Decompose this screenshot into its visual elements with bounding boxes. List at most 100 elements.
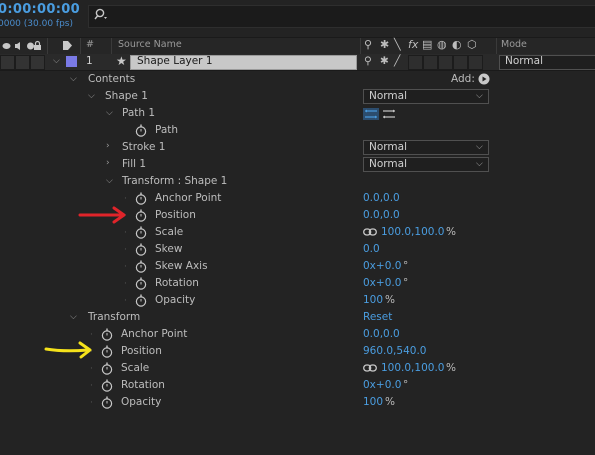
chevron-down-icon: ⌵ xyxy=(476,159,483,169)
audio-icon[interactable] xyxy=(14,41,23,51)
layer-transform-anchor-point-value[interactable]: 0.0,0.0 xyxy=(363,328,400,340)
layer-row-shape-layer-1[interactable]: ⌵ 1 ★ Shape Layer 1 ⚲ ✱ ╱ Normal xyxy=(0,54,595,71)
video-switch[interactable] xyxy=(0,55,15,70)
shape-transform-opacity-unit: % xyxy=(385,294,395,306)
stopwatch-icon[interactable] xyxy=(135,277,147,290)
shape-transform-position-value[interactable]: 0.0,0.0 xyxy=(363,209,400,221)
3d-layer-icon[interactable]: ⬡ xyxy=(467,38,477,51)
path-direction-icon[interactable] xyxy=(363,108,379,120)
shape-1-blend-mode-value: Normal xyxy=(369,90,407,102)
shape-transform-anchor-point-value[interactable]: 0.0,0.0 xyxy=(363,192,400,204)
stopwatch-icon[interactable] xyxy=(135,226,147,239)
quality-icon[interactable]: ╲ xyxy=(394,38,401,51)
shape-1-label: Shape 1 xyxy=(105,90,148,102)
collapse-transform-icon[interactable]: ✱ xyxy=(380,38,389,51)
add-label: Add: xyxy=(451,73,475,85)
layer-transform-rotation-value[interactable]: 0x+0.0 xyxy=(363,379,401,391)
effects-switch[interactable] xyxy=(408,55,423,70)
stopwatch-icon[interactable] xyxy=(101,328,113,341)
keyframe-nav-dot: · xyxy=(124,279,127,289)
fill-1-chevron-icon[interactable]: › xyxy=(106,158,110,168)
shape-transform-skew-axis-value[interactable]: 0x+0.0 xyxy=(363,260,401,272)
constrain-proportions-link-icon[interactable] xyxy=(363,228,377,236)
layer-transform-opacity-value[interactable]: 100 xyxy=(363,396,383,408)
stopwatch-icon[interactable] xyxy=(101,362,113,375)
transform-shape-1-label: Transform : Shape 1 xyxy=(122,175,228,187)
layer-columns-header: # Source Name ⚲ ✱ ╲ fx ▤ ◍ ◐ ⬡ Mode xyxy=(0,37,595,55)
keyframe-nav-dot: · xyxy=(124,296,127,306)
layer-label-color[interactable] xyxy=(66,56,77,67)
quality-switch-icon[interactable]: ╱ xyxy=(394,55,400,67)
shape-transform-rotation-value[interactable]: 0x+0.0 xyxy=(363,277,401,289)
audio-switch[interactable] xyxy=(15,55,30,70)
path-1-chevron-icon[interactable]: ⌵ xyxy=(106,108,113,118)
frame-blend-switch[interactable] xyxy=(423,55,438,70)
stopwatch-icon[interactable] xyxy=(101,345,113,358)
shape-transform-opacity-value[interactable]: 100 xyxy=(363,294,383,306)
layer-transform-opacity-label: Opacity xyxy=(121,396,162,408)
transform-chevron-icon[interactable]: ⌵ xyxy=(70,312,77,322)
red-arrow-annotation xyxy=(78,206,126,224)
stopwatch-icon[interactable] xyxy=(135,243,147,256)
shape-transform-rotation-unit: ° xyxy=(403,277,409,289)
stroke-1-label: Stroke 1 xyxy=(122,141,166,153)
shy-icon[interactable]: ⚲ xyxy=(364,38,372,51)
shape-transform-position-label: Position xyxy=(155,209,196,221)
label-tag-icon[interactable] xyxy=(62,40,73,51)
contents-chevron-icon[interactable]: ⌵ xyxy=(70,74,77,84)
shape-transform-skew-axis-unit: ° xyxy=(403,260,409,272)
fill-1-blend-mode-value: Normal xyxy=(369,158,407,170)
adjustment-switch[interactable] xyxy=(453,55,468,70)
layer-transform-scale-unit: % xyxy=(446,362,456,374)
layer-transform-anchor-point-label: Anchor Point xyxy=(121,328,188,340)
transform-reset-link[interactable]: Reset xyxy=(363,311,392,323)
frame-blending-icon[interactable]: ▤ xyxy=(422,38,432,51)
3d-switch[interactable] xyxy=(468,55,483,70)
layer-transform-position-label: Position xyxy=(121,345,162,357)
stopwatch-icon[interactable] xyxy=(135,260,147,273)
search-icon[interactable] xyxy=(94,8,110,22)
lock-switch[interactable] xyxy=(30,55,45,70)
layer-search-input[interactable] xyxy=(88,5,595,28)
frame-rate-display: 0000 (30.00 fps) xyxy=(0,19,73,29)
keyframe-nav-dot: · xyxy=(90,398,93,408)
current-time-display[interactable]: 0:00:00:00 xyxy=(0,2,80,17)
shape-transform-scale-value[interactable]: 100.0,100.0 xyxy=(381,226,444,238)
timeline-top-bar: 0:00:00:00 0000 (30.00 fps) xyxy=(0,0,595,34)
stopwatch-icon[interactable] xyxy=(135,209,147,222)
motion-blur-icon[interactable]: ◍ xyxy=(437,38,447,51)
contents-label: Contents xyxy=(88,73,136,85)
path-direction-reverse-icon[interactable] xyxy=(381,108,397,120)
add-menu-icon[interactable] xyxy=(478,73,490,85)
star-shape-layer-icon: ★ xyxy=(116,54,127,68)
stopwatch-icon[interactable] xyxy=(101,379,113,392)
motion-blur-switch[interactable] xyxy=(438,55,453,70)
mode-header[interactable]: Mode xyxy=(501,39,527,50)
shape-transform-skew-value[interactable]: 0.0 xyxy=(363,243,380,255)
transform-shape-1-chevron-icon[interactable]: ⌵ xyxy=(106,176,113,186)
yellow-arrow-annotation xyxy=(44,341,92,359)
constrain-proportions-link-icon[interactable] xyxy=(363,364,377,372)
collapse-switch-icon[interactable]: ✱ xyxy=(380,55,389,67)
layer-transform-rotation-unit: ° xyxy=(403,379,409,391)
stopwatch-icon[interactable] xyxy=(101,396,113,409)
source-name-header[interactable]: Source Name xyxy=(118,39,182,50)
keyframe-nav-dot: · xyxy=(90,381,93,391)
stopwatch-icon[interactable] xyxy=(135,294,147,307)
layer-transform-position-value[interactable]: 960.0,540.0 xyxy=(363,345,426,357)
adjustment-layer-icon[interactable]: ◐ xyxy=(452,38,462,51)
shy-switch-icon[interactable]: ⚲ xyxy=(364,55,372,67)
keyframe-nav-dot: · xyxy=(124,245,127,255)
keyframe-nav-dot: · xyxy=(124,228,127,238)
layer-transform-scale-value[interactable]: 100.0,100.0 xyxy=(381,362,444,374)
eye-icon[interactable] xyxy=(2,41,11,51)
lock-icon[interactable] xyxy=(33,40,42,51)
stroke-1-chevron-icon[interactable]: › xyxy=(106,141,110,151)
shape-transform-skew-axis-label: Skew Axis xyxy=(155,260,208,272)
effects-icon[interactable]: fx xyxy=(408,38,418,51)
stopwatch-icon[interactable] xyxy=(135,192,147,205)
layer-expand-chevron-icon[interactable]: ⌵ xyxy=(53,56,60,66)
shape-1-chevron-icon[interactable]: ⌵ xyxy=(88,91,95,101)
chevron-down-icon: ⌵ xyxy=(476,142,483,152)
stopwatch-icon[interactable] xyxy=(135,124,147,137)
